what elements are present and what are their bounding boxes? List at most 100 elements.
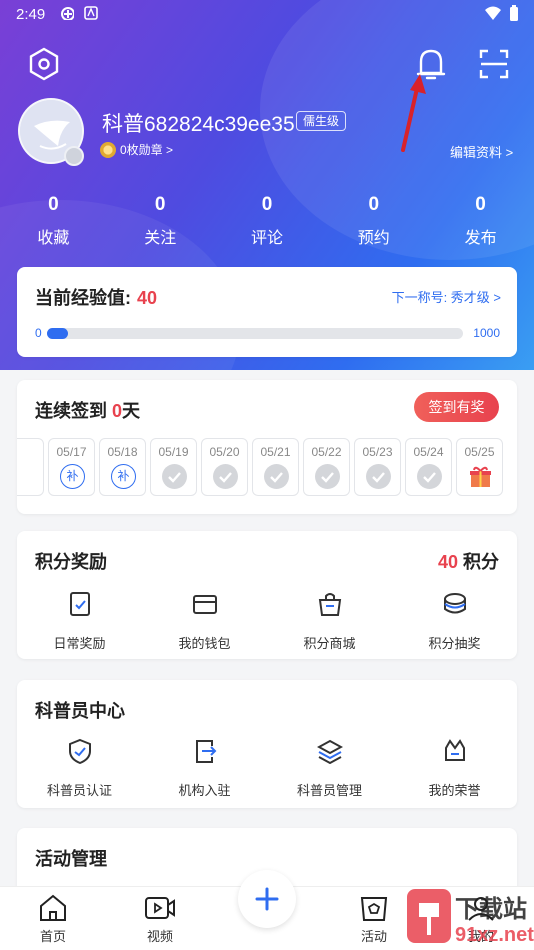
- signin-day[interactable]: 05/18 补: [99, 438, 146, 496]
- makeup-signin-icon: 补: [111, 464, 136, 489]
- tab-video[interactable]: 视频: [130, 893, 190, 945]
- watermark-logo-icon: 下载站 91xz.net: [407, 889, 534, 946]
- signin-day[interactable]: 05/20: [201, 438, 248, 496]
- checked-icon: [366, 464, 391, 489]
- watermark: 下载站 91xz.net: [405, 885, 534, 947]
- signin-day[interactable]: 05/23: [354, 438, 401, 496]
- wallet-icon: [192, 595, 217, 614]
- status-time: 2:49: [16, 6, 46, 23]
- username: 科普682824c39ee35: [102, 113, 295, 136]
- experience-value: 40: [137, 288, 158, 308]
- edit-profile-link[interactable]: 编辑资料 >: [450, 142, 513, 161]
- settings-hexagon-icon: [29, 47, 59, 81]
- home-icon: [40, 894, 66, 921]
- lottery-icon: [443, 593, 466, 614]
- signin-day-date: 05/22: [311, 445, 342, 459]
- points-lottery-button[interactable]: 积分抽奖: [392, 591, 517, 652]
- signin-calendar[interactable]: 05/17 补 05/18 补 05/19 05/20 05/21 05/22 05/23 05/…: [17, 438, 517, 498]
- experience-max: 1000: [473, 326, 500, 340]
- layers-icon: [316, 739, 343, 765]
- org-enter-icon: [195, 740, 216, 763]
- certification-button[interactable]: 科普员认证: [17, 738, 142, 799]
- shield-check-icon: [68, 738, 91, 765]
- science-center-card: 科普员中心 科普员认证 机构入驻 科普员管理 我的荣誉: [17, 680, 517, 808]
- points-card: 积分奖励 40 积分 日常奖励 我的钱包 积分商城 积分抽奖: [17, 531, 517, 659]
- signin-day-date: 05/25: [464, 445, 495, 459]
- points-shop-button[interactable]: 积分商城: [267, 591, 392, 652]
- medals-label: 0枚勋章 >: [120, 143, 174, 157]
- signin-day-date: 05/17: [56, 445, 87, 459]
- activity-icon: [360, 897, 388, 921]
- honor-icon: [444, 739, 465, 761]
- stat-following[interactable]: 0 关注: [107, 194, 214, 248]
- medal-icon: [100, 141, 116, 158]
- tab-activity[interactable]: 活动: [344, 893, 404, 945]
- watermark-url: 91xz.net: [455, 924, 534, 946]
- points-title: 积分奖励: [35, 552, 107, 572]
- checked-icon: [162, 464, 187, 489]
- signin-day: [17, 438, 44, 496]
- daily-rewards-button[interactable]: 日常奖励: [17, 591, 142, 652]
- signin-day[interactable]: 05/17 补: [48, 438, 95, 496]
- signin-day[interactable]: 05/22: [303, 438, 350, 496]
- annotation-arrow-icon: [401, 74, 426, 152]
- next-title-link[interactable]: 下一称号: 秀才级 >: [392, 287, 501, 306]
- my-honors-button[interactable]: 我的荣誉: [392, 738, 517, 799]
- signin-card: 连续签到 0天 签到有奖 05/17 补 05/18 补 05/19 05/20 05/21…: [17, 380, 517, 514]
- activity-title: 活动管理: [35, 849, 107, 869]
- medals-link[interactable]: 0枚勋章 >: [100, 141, 173, 158]
- app-notification-icon: [61, 7, 74, 20]
- signin-day-date: 05/24: [413, 445, 444, 459]
- checked-icon: [264, 464, 289, 489]
- checked-icon: [417, 464, 442, 489]
- settings-button[interactable]: [26, 46, 62, 82]
- gift-icon: [468, 464, 493, 489]
- checked-icon: [213, 464, 238, 489]
- battery-icon: [510, 5, 518, 21]
- science-manage-button[interactable]: 科普员管理: [267, 738, 392, 799]
- experience-progress-fill: [47, 328, 68, 339]
- stat-published[interactable]: 0 发布: [427, 194, 534, 248]
- stat-comments[interactable]: 0 评论: [214, 194, 321, 248]
- wifi-icon: [485, 6, 501, 20]
- experience-min: 0: [35, 326, 42, 340]
- science-center-grid: 科普员认证 机构入驻 科普员管理 我的荣誉: [17, 738, 517, 799]
- checked-icon: [315, 464, 340, 489]
- avatar-edit-badge[interactable]: [64, 146, 84, 166]
- experience-card: 当前经验值: 40 下一称号: 秀才级 > 0 1000: [17, 267, 517, 357]
- points-total: 40 积分: [437, 552, 499, 572]
- signin-day-date: 05/18: [107, 445, 138, 459]
- stat-reservations[interactable]: 0 预约: [320, 194, 427, 248]
- makeup-signin-icon: 补: [60, 464, 85, 489]
- signin-reward-button[interactable]: 签到有奖: [414, 392, 499, 422]
- app-notification-icon: [84, 6, 98, 20]
- signin-day[interactable]: 05/21: [252, 438, 299, 496]
- wallet-button[interactable]: 我的钱包: [142, 591, 267, 652]
- signin-day-date: 05/21: [260, 445, 291, 459]
- signin-day-date: 05/23: [362, 445, 393, 459]
- signin-day-date: 05/19: [158, 445, 189, 459]
- scan-icon: [479, 49, 509, 79]
- create-button[interactable]: [238, 870, 296, 928]
- video-icon: [145, 897, 175, 919]
- signin-day[interactable]: 05/25: [456, 438, 503, 496]
- stats-row: 0 收藏 0 关注 0 评论 0 预约 0 发布: [0, 194, 534, 248]
- plus-icon: [255, 887, 279, 911]
- watermark-title: 下载站: [455, 896, 527, 923]
- experience-title: 当前经验值: 40: [35, 288, 158, 308]
- stat-favorites[interactable]: 0 收藏: [0, 194, 107, 248]
- task-icon: [69, 592, 90, 616]
- points-grid: 日常奖励 我的钱包 积分商城 积分抽奖: [17, 591, 517, 652]
- org-enter-button[interactable]: 机构入驻: [142, 738, 267, 799]
- level-badge: 儒生级: [296, 111, 347, 131]
- signin-day[interactable]: 05/19: [150, 438, 197, 496]
- status-bar: 2:49: [0, 0, 534, 28]
- experience-progress-bar: [47, 328, 463, 339]
- signin-day[interactable]: 05/24: [405, 438, 452, 496]
- tab-home[interactable]: 首页: [23, 893, 83, 945]
- signin-day-date: 05/20: [209, 445, 240, 459]
- science-center-title: 科普员中心: [35, 701, 125, 721]
- signin-title: 连续签到 0天: [35, 401, 141, 421]
- shop-icon: [318, 593, 341, 616]
- scan-button[interactable]: [476, 46, 512, 82]
